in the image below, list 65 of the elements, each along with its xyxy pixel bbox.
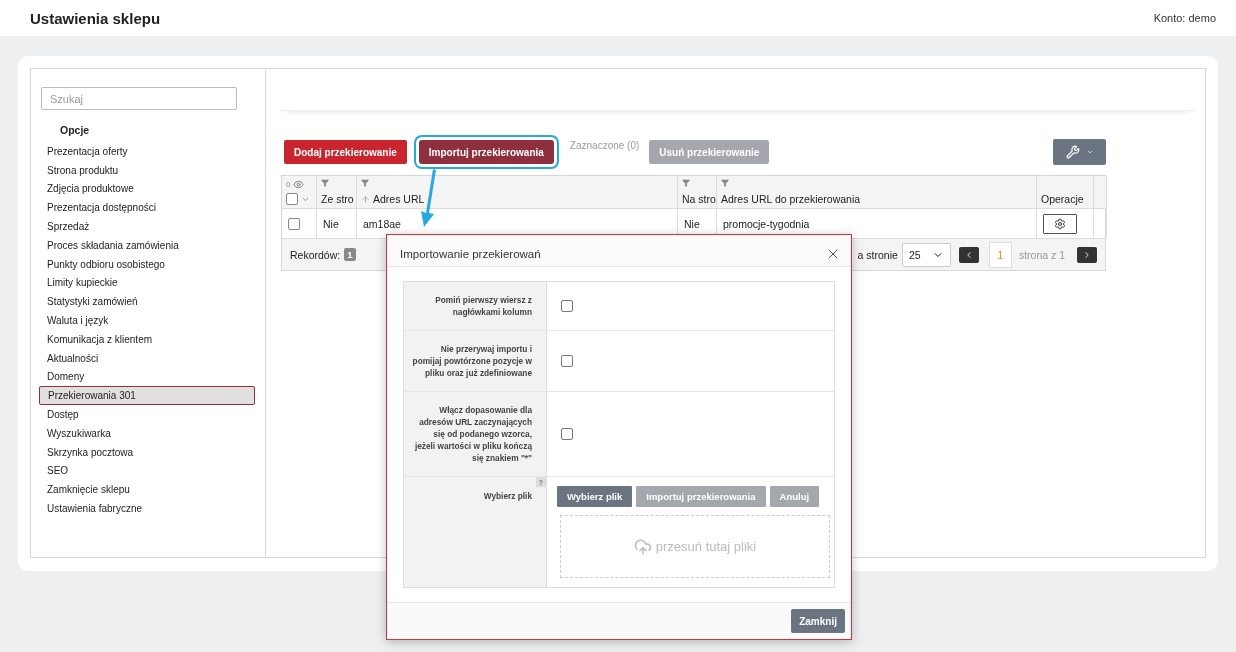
per-page-select[interactable]: 25 [901,242,951,267]
search-field[interactable]: Szukaj [41,87,237,110]
option-checkbox[interactable] [561,300,573,312]
row-checkbox[interactable] [288,217,300,230]
account-label: Konto: demo [1153,12,1216,24]
sidebar-item[interactable]: Skrzynka pocztowa [39,442,255,462]
records-label: Rekordów: [290,248,341,261]
sidebar-item[interactable]: Wyszukiwarka [39,423,255,443]
add-button[interactable]: Dodaj przekierowanie [284,140,407,164]
column-header[interactable]: Adres URL [373,193,425,205]
chevron-right-icon [1082,249,1092,260]
cloud-upload-icon [633,537,652,556]
sidebar-item[interactable]: Limity kupieckie [39,273,255,293]
sidebar-item[interactable]: Sprzedaż [39,217,255,236]
sidebar-item[interactable]: Prezentacja oferty [39,142,255,161]
column-header[interactable]: Adres URL do przekierowania [721,193,861,205]
page-title: Ustawienia sklepu [30,9,161,27]
column-header[interactable]: Operacje [1041,193,1084,205]
sidebar-item[interactable]: Punkty odbioru osobistego [39,254,255,274]
select-all-checkbox[interactable] [286,193,298,205]
option-checkbox[interactable] [561,428,573,441]
filter-icon[interactable] [321,179,329,187]
file-label: Wybierz plik [483,491,532,502]
section-heading: Opcje [60,124,91,136]
sidebar-item[interactable]: Aktualności [39,348,255,368]
option-label: Nie przerywaj importu i pomijaj powtórzone pozycje w pliku oraz już zdefiniowane [412,343,532,380]
sidebar-item[interactable]: Strona produktu [39,160,255,180]
sidebar-item[interactable]: Statystyki zamówień [39,292,255,312]
sort-icon[interactable] [361,194,370,204]
wrench-icon [1065,145,1080,159]
sidebar-item[interactable]: Przekierowania 301 [39,386,255,406]
page-count: strona z 1 [1018,248,1065,261]
sidebar-item[interactable]: Prezentacja dostępności [39,198,255,218]
tools-button[interactable] [1053,139,1106,165]
selection-count: Zaznaczone (0) [568,140,641,153]
next-page-button[interactable] [1077,246,1097,263]
filter-icon[interactable] [682,179,690,187]
filter-icon[interactable] [361,179,369,187]
sidebar-item[interactable]: Dostęp [39,405,255,424]
close-button[interactable]: Zamknij [791,609,845,634]
drop-zone-text: przesuń tutaj pliki [655,539,757,555]
settings-button[interactable] [1043,213,1077,234]
sidebar-item[interactable]: Waluta i język [39,311,255,330]
sidebar-item[interactable]: SEO [39,461,255,481]
dialog-title: Importowanie przekierowań [400,247,541,260]
eye-icon[interactable] [293,179,305,190]
choose-file-button[interactable]: Wybierz plik [557,486,633,508]
sidebar-item[interactable]: Komunikacja z klientem [39,329,255,349]
records-count: 1 [344,248,356,261]
option-label: Pomiń pierwszy wiersz z nagłówkami kolumn [434,294,532,319]
sidebar-item[interactable]: Zamknięcie sklepu [39,480,255,500]
sidebar-item[interactable]: Ustawienia fabryczne [39,499,255,518]
column-header[interactable]: Ze stro [321,193,354,205]
sidebar-item[interactable]: Domeny [39,367,255,387]
caret-icon [1085,148,1094,156]
column-header[interactable]: Na stro [682,193,716,205]
column-count: 0 [286,180,291,189]
settings-icon [1054,217,1066,230]
per-page-label: a stronie [857,248,898,261]
sidebar-item[interactable]: Zdjęcia produktowe [39,179,255,199]
sidebar-item[interactable]: Proces składania zamówienia [39,236,255,255]
filter-icon[interactable] [721,179,729,187]
previous-page-button[interactable] [958,246,979,263]
option-checkbox[interactable] [561,355,573,368]
option-label: Włącz dopasowanie dla adresów URL zaczynających się od podanego wzorca, jeżeli wartości w pliku kończą się znakiem "*" [413,404,532,465]
